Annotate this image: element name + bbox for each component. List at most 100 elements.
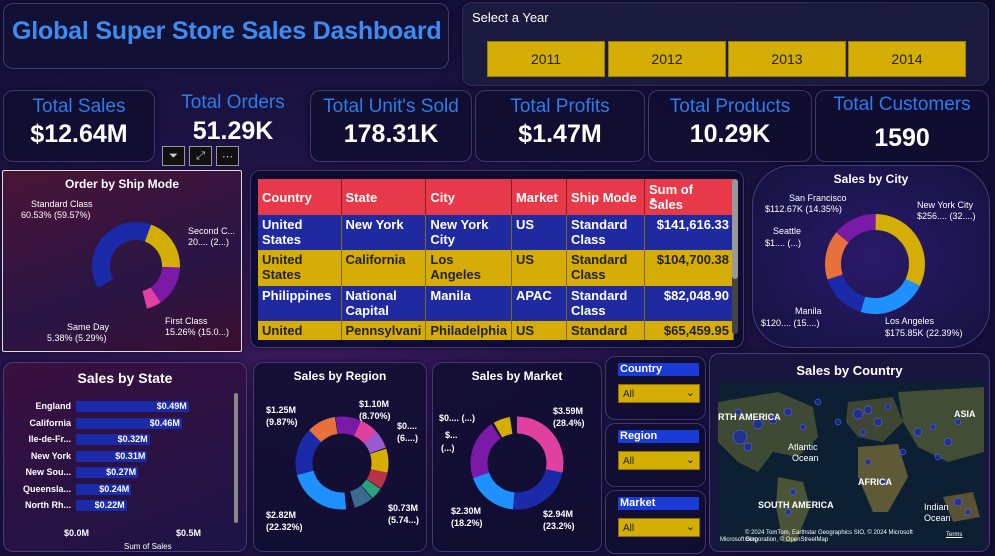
state-value: $0.31M — [115, 450, 146, 461]
cell-city: Manila — [425, 286, 512, 321]
more-options-icon[interactable]: ⋯ — [216, 146, 239, 166]
year-button-2013[interactable]: 2013 — [728, 41, 846, 77]
cell-ship-mode: Standard Class — [566, 250, 645, 286]
state-value: $0.22M — [94, 500, 125, 510]
country-bubble[interactable] — [953, 497, 963, 507]
map-label-asia: ASIA — [954, 409, 976, 419]
table-scrollbar[interactable] — [732, 179, 738, 334]
table-row[interactable]: United Pennsylvani Philadelphia US Stand… — [258, 321, 735, 340]
country-bubble[interactable] — [783, 407, 793, 417]
region-dropdown[interactable]: All ⌄ — [618, 451, 700, 470]
map-label-indian-ocean: Ocean — [924, 513, 951, 523]
kpi-value: 51.29K — [192, 117, 274, 145]
table-row[interactable]: Philippines National Capital Manila APAC… — [258, 286, 735, 321]
map-terms-link[interactable]: Terms — [946, 530, 962, 541]
country-bubble[interactable] — [743, 442, 753, 452]
country-bubble[interactable] — [884, 403, 892, 411]
label-region-c: $0.... — [397, 421, 418, 431]
table-row[interactable]: United States New York New York City US … — [258, 215, 735, 250]
country-bubble[interactable] — [852, 408, 864, 420]
region-chart[interactable]: Sales by Region $1.25M (9.87%) $1.10M (8… — [253, 362, 427, 552]
market-chart[interactable]: Sales by Market $0.... (...) $... (...) … — [432, 362, 602, 552]
label-manila: Manila — [795, 306, 822, 316]
country-bubble[interactable] — [863, 405, 873, 415]
country-bubble[interactable] — [943, 437, 953, 447]
map-label-africa: AFRICA — [858, 477, 892, 487]
col-sum-of-sales[interactable]: Sum of Sales ▼ — [644, 179, 735, 215]
focus-mode-icon[interactable]: ⤢ — [189, 146, 212, 166]
kpi-total-units: Total Unit's Sold 178.31K — [310, 90, 472, 162]
map-label-indian: Indian — [924, 502, 949, 512]
market-slicer-label: Market — [618, 497, 699, 510]
table-header-row: Country State City Market Ship Mode Sum … — [258, 179, 735, 215]
region-slicer: Region All ⌄ — [605, 423, 706, 487]
label-second-class: Second C... — [188, 226, 236, 236]
country-bubble[interactable] — [834, 418, 842, 426]
ship-mode-chart[interactable]: Order by Ship Mode Standard Class 60.53%… — [2, 170, 242, 352]
country-bubble[interactable] — [814, 398, 822, 406]
chart-title: Sales by Country — [796, 363, 903, 378]
country-bubble[interactable] — [964, 508, 972, 516]
country-bubble[interactable] — [929, 423, 937, 431]
map-label-south-america: SOUTH AMERICA — [758, 500, 834, 510]
cell-country: Philippines — [258, 286, 342, 321]
cell-ship-mode: Standard Class — [566, 286, 645, 321]
x-axis-min: $0.0M — [64, 528, 90, 538]
country-bubble[interactable] — [934, 453, 942, 461]
market-dropdown-value: All — [623, 523, 635, 534]
country-map[interactable]: RTH AMERICA Atlantic Ocean ASIA AFRICA S… — [718, 382, 984, 547]
country-dropdown[interactable]: All ⌄ — [618, 384, 700, 403]
state-chart[interactable]: Sales by State England $0.49M California $0… — [3, 362, 247, 552]
value-market-a: (28.4%) — [553, 418, 585, 428]
country-bubble[interactable] — [899, 448, 907, 456]
col-country[interactable]: Country — [258, 179, 342, 215]
state-name: North Rh... — [25, 500, 71, 510]
kpi-label: Total Profits — [510, 96, 610, 117]
scrollbar-thumb[interactable] — [732, 179, 738, 279]
year-button-2012[interactable]: 2012 — [608, 41, 726, 77]
label-market-x: $... — [445, 430, 458, 440]
country-slicer: Country All ⌄ — [605, 356, 706, 420]
state-scrollbar[interactable] — [234, 393, 238, 523]
country-bubble[interactable] — [864, 458, 872, 466]
year-button-2011[interactable]: 2011 — [487, 41, 605, 77]
cell-market: APAC — [511, 286, 567, 321]
label-san-francisco: San Francisco — [789, 193, 847, 203]
chevron-down-icon: ⌄ — [685, 387, 695, 399]
market-slicer: Market All ⌄ — [605, 490, 706, 554]
country-bubble[interactable] — [859, 428, 867, 436]
state-bars[interactable]: England $0.49M California $0.46M Ile-de-Fr..… — [4, 401, 248, 511]
kpi-value: $12.64M — [30, 120, 128, 148]
market-dropdown[interactable]: All ⌄ — [618, 518, 700, 537]
kpi-label: Total Orders — [181, 92, 285, 113]
value-first-class: 15.26% (15.0...) — [165, 327, 230, 337]
year-button-2014[interactable]: 2014 — [848, 41, 966, 77]
country-bubble[interactable] — [873, 417, 883, 427]
bing-logo: Microsoft Bing — [720, 537, 759, 543]
kpi-label: Total Sales — [32, 96, 126, 117]
cell-state: New York — [341, 215, 427, 250]
value-same-day: 5.38% (5.29%) — [47, 333, 107, 343]
col-ship-mode[interactable]: Ship Mode — [566, 179, 645, 215]
country-bubble[interactable] — [732, 429, 748, 445]
table-row[interactable]: United States California Los Angeles US … — [258, 250, 735, 286]
country-bubble[interactable] — [913, 427, 923, 437]
col-market[interactable]: Market — [511, 179, 567, 215]
state-name: England — [35, 401, 72, 411]
label-first-class: First Class — [165, 316, 208, 326]
filter-icon[interactable]: ⏷ — [162, 146, 185, 166]
value-region-d: (5.74...) — [388, 515, 420, 525]
col-city[interactable]: City — [425, 179, 512, 215]
state-name: California — [29, 417, 71, 428]
state-name: New Sou... — [25, 467, 71, 477]
cell-country: United — [258, 321, 342, 340]
label-market-a: $3.59M — [553, 406, 584, 416]
cell-sales: $141,616.33 — [644, 215, 735, 250]
label-region-b: $1.10M — [359, 399, 390, 409]
city-chart[interactable]: Sales by City San Francisco $112.67K (14… — [752, 165, 990, 348]
country-bubble[interactable] — [799, 423, 807, 431]
col-state[interactable]: State — [341, 179, 427, 215]
country-bubble[interactable] — [789, 488, 797, 496]
kpi-value: 178.31K — [343, 120, 439, 148]
title-card: Global Super Store Sales Dashboard — [3, 3, 449, 69]
